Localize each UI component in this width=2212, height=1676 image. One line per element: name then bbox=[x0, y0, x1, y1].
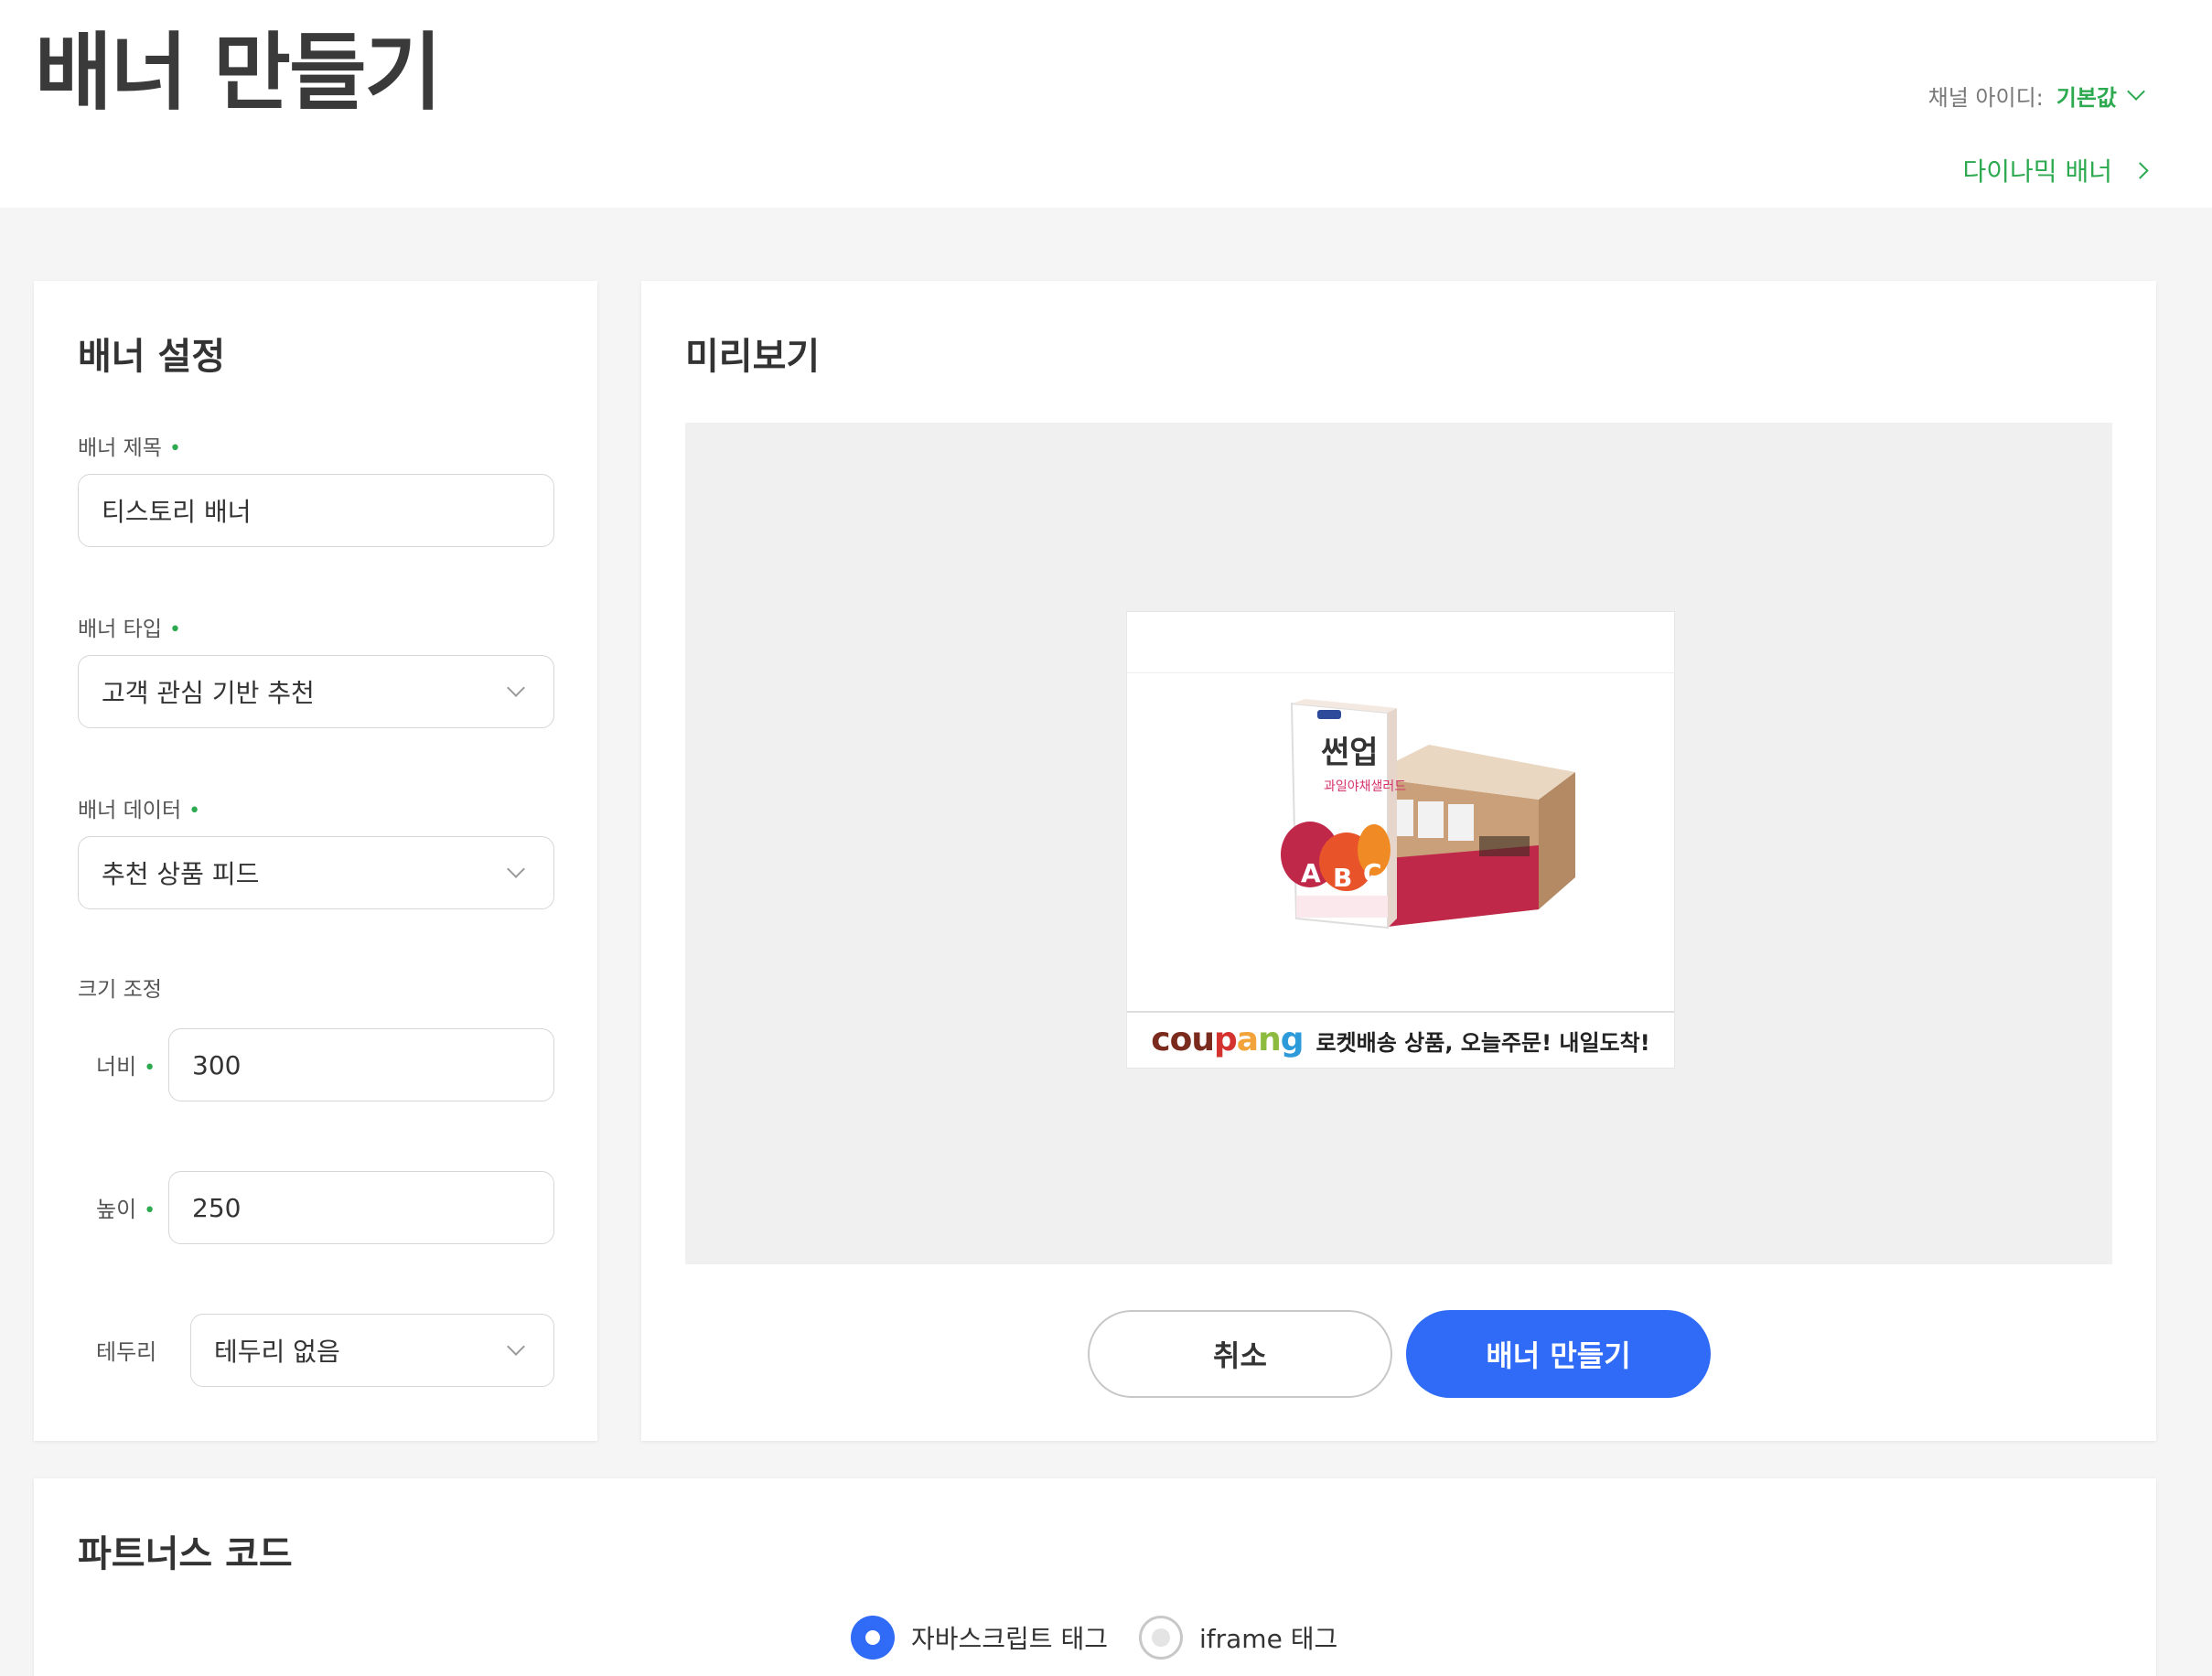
height-label: 높이 • bbox=[96, 1191, 156, 1223]
banner-tagline: 로켓배송 상품, 오늘주문! 내일도착! bbox=[1315, 1029, 1650, 1056]
height-input[interactable] bbox=[192, 1192, 518, 1223]
radio-iframe-tag[interactable]: iframe 태그 bbox=[1138, 1616, 1338, 1660]
partners-code-panel: 파트너스 코드 자바스크립트 태그 iframe 태그 bbox=[34, 1478, 2156, 1676]
preview-area: 썬업 과일야채샐러드 A B C coupang 로켓배송 상품, 오늘주문! … bbox=[685, 423, 2112, 1264]
settings-title: 배너 설정 bbox=[78, 336, 226, 378]
banner-title-input[interactable] bbox=[102, 495, 509, 526]
preview-title: 미리보기 bbox=[685, 336, 821, 378]
partners-code-title: 파트너스 코드 bbox=[78, 1533, 293, 1575]
required-dot: • bbox=[144, 1057, 156, 1080]
chevron-down-icon bbox=[507, 860, 525, 878]
banner-settings-panel: 배너 설정 배너 제목• 배너 타입• 고객 관심 기반 추천 배너 데이터• … bbox=[34, 281, 597, 1441]
size-label: 크기 조정 bbox=[78, 978, 162, 1002]
create-banner-button[interactable]: 배너 만들기 bbox=[1406, 1310, 1711, 1398]
banner-title-field[interactable] bbox=[78, 474, 554, 547]
divider bbox=[1127, 672, 1674, 673]
banner-type-label: 배너 타입 • bbox=[78, 611, 181, 642]
chevron-down-icon bbox=[507, 679, 525, 697]
border-label: 테두리 bbox=[96, 1339, 157, 1365]
width-input[interactable] bbox=[192, 1049, 518, 1080]
height-field[interactable] bbox=[168, 1171, 554, 1244]
radio-unselected-icon[interactable] bbox=[1138, 1616, 1183, 1660]
svg-text:A: A bbox=[1301, 858, 1321, 888]
chevron-down-icon bbox=[507, 1338, 525, 1356]
chevron-right-icon[interactable] bbox=[2131, 161, 2149, 179]
radio-javascript-label: 자바스크립트 태그 bbox=[911, 1624, 1108, 1654]
dynamic-banner-label[interactable]: 다이나믹 배너 bbox=[1963, 152, 2112, 188]
chevron-down-icon[interactable] bbox=[2127, 82, 2145, 101]
channel-label: 채널 아이디: bbox=[1927, 84, 2044, 111]
height-label-text: 높이 bbox=[96, 1197, 137, 1222]
preview-panel: 미리보기 썬업 과일야채샐러드 A B C coupang 로켓배송 상품, 오… bbox=[641, 281, 2156, 1441]
width-field[interactable] bbox=[168, 1028, 554, 1101]
banner-footer: coupang 로켓배송 상품, 오늘주문! 내일도착! bbox=[1127, 1011, 1674, 1068]
required-dot: • bbox=[144, 1199, 156, 1222]
cancel-button[interactable]: 취소 bbox=[1088, 1310, 1392, 1398]
banner-data-label-text: 배너 데이터 bbox=[78, 799, 182, 822]
radio-javascript-tag[interactable]: 자바스크립트 태그 bbox=[851, 1616, 1108, 1660]
width-label-text: 너비 bbox=[96, 1054, 137, 1080]
dynamic-banner-link[interactable]: 다이나믹 배너 bbox=[1963, 152, 2149, 188]
required-dot: • bbox=[168, 618, 181, 641]
page-title: 배너 만들기 bbox=[35, 24, 442, 122]
svg-text:과일야채샐러드: 과일야채샐러드 bbox=[1324, 779, 1406, 794]
channel-selector[interactable]: 채널 아이디: 기본값 bbox=[1927, 77, 2145, 113]
svg-text:썬업: 썬업 bbox=[1321, 735, 1379, 771]
banner-title-label: 배너 제목 • bbox=[78, 430, 181, 461]
radio-selected-icon[interactable] bbox=[851, 1616, 895, 1660]
border-select[interactable]: 테두리 없음 bbox=[190, 1314, 554, 1387]
banner-data-value: 추천 상품 피드 bbox=[102, 859, 260, 889]
coupang-logo: coupang bbox=[1151, 1021, 1304, 1058]
required-dot: • bbox=[168, 437, 181, 460]
banner-type-value: 고객 관심 기반 추천 bbox=[102, 678, 315, 708]
top-header: 배너 만들기 채널 아이디: 기본값 다이나믹 배너 bbox=[0, 0, 2212, 208]
banner-data-select[interactable]: 추천 상품 피드 bbox=[78, 836, 554, 909]
svg-text:C: C bbox=[1363, 858, 1382, 888]
border-value: 테두리 없음 bbox=[214, 1337, 340, 1367]
product-image: 썬업 과일야채샐러드 A B C bbox=[1281, 699, 1575, 929]
radio-iframe-label: iframe 태그 bbox=[1198, 1624, 1338, 1654]
channel-value[interactable]: 기본값 bbox=[2056, 80, 2117, 112]
banner-preview[interactable]: 썬업 과일야채샐러드 A B C coupang 로켓배송 상품, 오늘주문! … bbox=[1126, 611, 1675, 1069]
required-dot: • bbox=[188, 800, 201, 822]
banner-title-label-text: 배너 제목 bbox=[78, 436, 162, 460]
banner-type-select[interactable]: 고객 관심 기반 추천 bbox=[78, 655, 554, 728]
banner-type-label-text: 배너 타입 bbox=[78, 618, 162, 641]
code-type-radio-group: 자바스크립트 태그 iframe 태그 bbox=[851, 1616, 1369, 1660]
svg-text:B: B bbox=[1333, 863, 1352, 893]
banner-data-label: 배너 데이터 • bbox=[78, 792, 200, 823]
width-label: 너비 • bbox=[96, 1048, 156, 1080]
